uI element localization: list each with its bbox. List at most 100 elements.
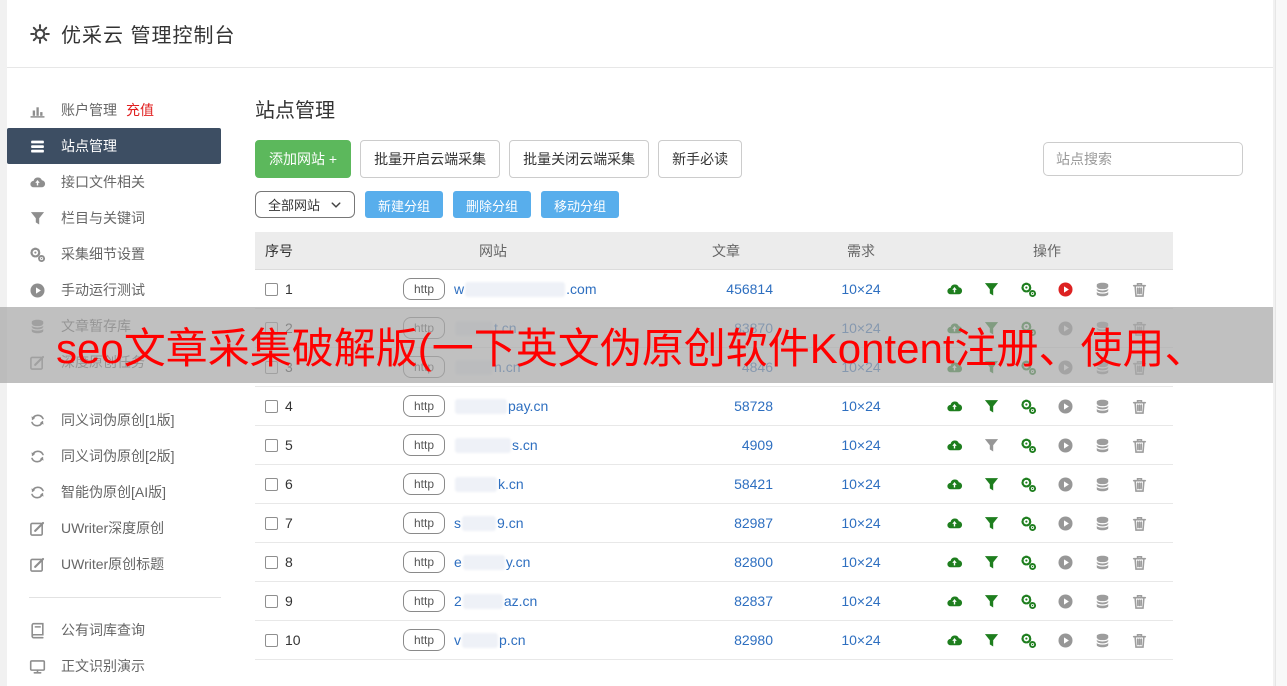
site-domain-link[interactable]: vp.cn bbox=[454, 632, 525, 648]
filter-icon[interactable] bbox=[983, 398, 1000, 415]
sidebar-item-13[interactable]: 公有词库查询 bbox=[7, 612, 221, 648]
http-badge[interactable]: http bbox=[403, 551, 445, 573]
run-icon[interactable] bbox=[1057, 593, 1074, 610]
run-icon[interactable] bbox=[1057, 281, 1074, 298]
cloud-upload-icon[interactable] bbox=[946, 281, 963, 298]
run-icon[interactable] bbox=[1057, 632, 1074, 649]
http-badge[interactable]: http bbox=[403, 434, 445, 456]
article-count-link[interactable]: 82837 bbox=[651, 593, 801, 609]
settings-icon[interactable] bbox=[1020, 632, 1037, 649]
vertical-scrollbar[interactable] bbox=[1275, 0, 1287, 686]
delete-group-button[interactable]: 删除分组 bbox=[453, 191, 531, 218]
cloud-upload-icon[interactable] bbox=[946, 437, 963, 454]
run-icon[interactable] bbox=[1057, 398, 1074, 415]
http-badge[interactable]: http bbox=[403, 278, 445, 300]
http-badge[interactable]: http bbox=[403, 629, 445, 651]
site-domain-link[interactable]: s.cn bbox=[454, 437, 538, 453]
settings-icon[interactable] bbox=[1020, 437, 1037, 454]
cloud-upload-icon[interactable] bbox=[946, 554, 963, 571]
article-count-link[interactable]: 82987 bbox=[651, 515, 801, 531]
http-badge[interactable]: http bbox=[403, 512, 445, 534]
settings-icon[interactable] bbox=[1020, 554, 1037, 571]
filter-icon[interactable] bbox=[983, 593, 1000, 610]
delete-icon[interactable] bbox=[1131, 398, 1148, 415]
article-store-icon[interactable] bbox=[1094, 632, 1111, 649]
settings-icon[interactable] bbox=[1020, 281, 1037, 298]
article-count-link[interactable]: 82800 bbox=[651, 554, 801, 570]
sidebar-item-5[interactable]: 手动运行测试 bbox=[7, 272, 221, 308]
settings-icon[interactable] bbox=[1020, 593, 1037, 610]
filter-icon[interactable] bbox=[983, 476, 1000, 493]
cloud-upload-icon[interactable] bbox=[946, 593, 963, 610]
row-checkbox[interactable] bbox=[265, 556, 278, 569]
batch-enable-cloud-button[interactable]: 批量开启云端采集 bbox=[360, 140, 500, 178]
delete-icon[interactable] bbox=[1131, 554, 1148, 571]
site-domain-link[interactable]: pay.cn bbox=[454, 398, 548, 414]
article-count-link[interactable]: 58728 bbox=[651, 398, 801, 414]
http-badge[interactable]: http bbox=[403, 473, 445, 495]
row-checkbox[interactable] bbox=[265, 478, 278, 491]
sidebar-item-14[interactable]: 正文识别演示 bbox=[7, 648, 221, 684]
new-group-button[interactable]: 新建分组 bbox=[365, 191, 443, 218]
article-count-link[interactable]: 4909 bbox=[651, 437, 801, 453]
article-store-icon[interactable] bbox=[1094, 515, 1111, 532]
site-domain-link[interactable]: 2az.cn bbox=[454, 593, 537, 609]
settings-icon[interactable] bbox=[1020, 515, 1037, 532]
row-checkbox[interactable] bbox=[265, 439, 278, 452]
sidebar-item-3[interactable]: 栏目与关键词 bbox=[7, 200, 221, 236]
row-checkbox[interactable] bbox=[265, 634, 278, 647]
batch-disable-cloud-button[interactable]: 批量关闭云端采集 bbox=[509, 140, 649, 178]
settings-icon[interactable] bbox=[1020, 398, 1037, 415]
settings-icon[interactable] bbox=[1020, 476, 1037, 493]
filter-icon[interactable] bbox=[983, 437, 1000, 454]
sidebar-item-12[interactable]: UWriter原创标题 bbox=[7, 546, 221, 582]
http-badge[interactable]: http bbox=[403, 590, 445, 612]
sidebar-item-11[interactable]: UWriter深度原创 bbox=[7, 510, 221, 546]
article-store-icon[interactable] bbox=[1094, 398, 1111, 415]
row-checkbox[interactable] bbox=[265, 283, 278, 296]
site-domain-link[interactable]: s9.cn bbox=[454, 515, 523, 531]
run-icon[interactable] bbox=[1057, 437, 1074, 454]
filter-icon[interactable] bbox=[983, 515, 1000, 532]
row-checkbox[interactable] bbox=[265, 517, 278, 530]
beginner-guide-button[interactable]: 新手必读 bbox=[658, 140, 742, 178]
site-domain-link[interactable]: w.com bbox=[454, 281, 596, 297]
site-search-input[interactable] bbox=[1043, 142, 1243, 176]
add-site-button[interactable]: 添加网站 + bbox=[255, 140, 351, 178]
row-checkbox[interactable] bbox=[265, 400, 278, 413]
site-domain-link[interactable]: k.cn bbox=[454, 476, 524, 492]
cloud-upload-icon[interactable] bbox=[946, 632, 963, 649]
run-icon[interactable] bbox=[1057, 554, 1074, 571]
article-store-icon[interactable] bbox=[1094, 437, 1111, 454]
delete-icon[interactable] bbox=[1131, 437, 1148, 454]
article-count-link[interactable]: 82980 bbox=[651, 632, 801, 648]
delete-icon[interactable] bbox=[1131, 632, 1148, 649]
sidebar-item-4[interactable]: 采集细节设置 bbox=[7, 236, 221, 272]
article-store-icon[interactable] bbox=[1094, 554, 1111, 571]
http-badge[interactable]: http bbox=[403, 395, 445, 417]
site-domain-link[interactable]: ey.cn bbox=[454, 554, 530, 570]
filter-icon[interactable] bbox=[983, 281, 1000, 298]
filter-icon[interactable] bbox=[983, 632, 1000, 649]
run-icon[interactable] bbox=[1057, 515, 1074, 532]
cloud-upload-icon[interactable] bbox=[946, 476, 963, 493]
article-count-link[interactable]: 58421 bbox=[651, 476, 801, 492]
run-icon[interactable] bbox=[1057, 476, 1074, 493]
recharge-link[interactable]: 充值 bbox=[126, 100, 154, 120]
move-group-button[interactable]: 移动分组 bbox=[541, 191, 619, 218]
cloud-upload-icon[interactable] bbox=[946, 398, 963, 415]
sidebar-item-0[interactable]: 账户管理充值 bbox=[7, 92, 221, 128]
group-select[interactable]: 全部网站 bbox=[255, 191, 355, 218]
article-store-icon[interactable] bbox=[1094, 593, 1111, 610]
article-count-link[interactable]: 456814 bbox=[651, 281, 801, 297]
delete-icon[interactable] bbox=[1131, 281, 1148, 298]
article-store-icon[interactable] bbox=[1094, 281, 1111, 298]
sidebar-item-1[interactable]: 站点管理 bbox=[7, 128, 221, 164]
filter-icon[interactable] bbox=[983, 554, 1000, 571]
sidebar-item-10[interactable]: 智能伪原创[AI版] bbox=[7, 474, 221, 510]
sidebar-item-8[interactable]: 同义词伪原创[1版] bbox=[7, 402, 221, 438]
delete-icon[interactable] bbox=[1131, 515, 1148, 532]
delete-icon[interactable] bbox=[1131, 476, 1148, 493]
article-store-icon[interactable] bbox=[1094, 476, 1111, 493]
cloud-upload-icon[interactable] bbox=[946, 515, 963, 532]
